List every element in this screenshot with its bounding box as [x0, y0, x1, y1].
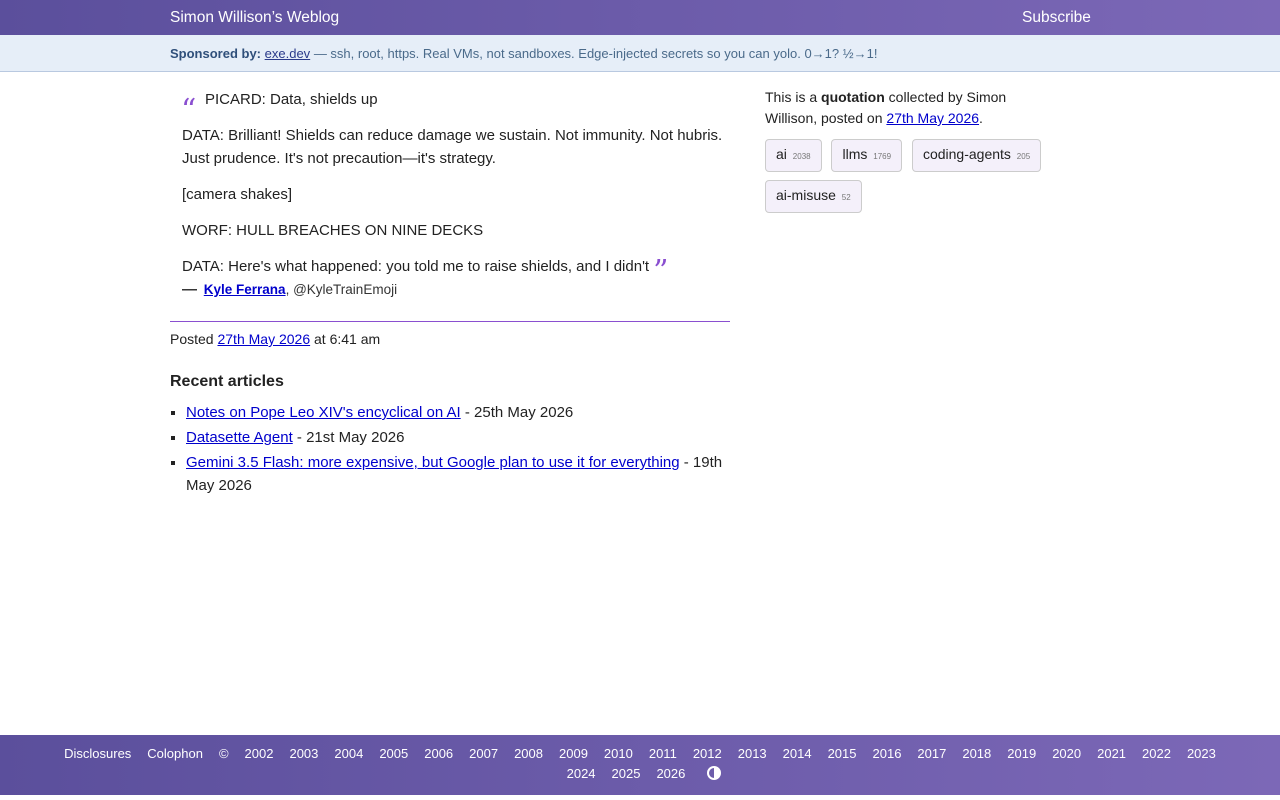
- divider: [170, 321, 730, 322]
- tag-name: coding-agents: [922, 146, 1011, 162]
- footer-year-2017[interactable]: 2017: [917, 746, 946, 761]
- article-link[interactable]: Notes on Pope Leo XIV's encyclical on AI: [186, 404, 461, 421]
- meta-text: This is a: [765, 89, 822, 105]
- tag-ai-misuse[interactable]: ai-misuse 52: [765, 180, 862, 213]
- tag-name: ai: [776, 146, 787, 162]
- footer-links: Disclosures Colophon © 2002 2003 2004 2005 2006…: [56, 746, 1224, 781]
- footer-year-2014[interactable]: 2014: [783, 746, 812, 761]
- open-quote-icon: “: [181, 93, 197, 128]
- quote-line: PICARD: Data, shields up: [205, 91, 378, 108]
- footer-link-colophon[interactable]: Colophon: [147, 746, 203, 761]
- footer-year-2011[interactable]: 2011: [649, 746, 677, 761]
- subscribe-link[interactable]: Subscribe: [1022, 9, 1091, 27]
- footer-year-2024[interactable]: 2024: [567, 766, 596, 781]
- site-title-link[interactable]: Simon Willison’s Weblog: [170, 9, 339, 27]
- footer-link-copyright[interactable]: ©: [219, 746, 229, 761]
- citation-dash: —: [182, 281, 197, 298]
- footer-year-2012[interactable]: 2012: [693, 746, 722, 761]
- author-handle: @KyleTrainEmoji: [293, 282, 398, 297]
- sponsor-bar: Sponsored by: exe.dev — ssh, root, https…: [0, 35, 1280, 72]
- footer-year-2015[interactable]: 2015: [828, 746, 857, 761]
- quote-line: [camera shakes]: [182, 186, 293, 203]
- article-date: - 25th May 2026: [460, 404, 574, 421]
- quote-line: WORF: HULL BREACHES ON NINE DECKS: [182, 222, 484, 239]
- tag-ai[interactable]: ai 2038: [765, 139, 822, 172]
- author-link[interactable]: Kyle Ferrana: [204, 282, 286, 297]
- footer-year-2003[interactable]: 2003: [289, 746, 318, 761]
- list-item: Notes on Pope Leo XIV's encyclical on AI…: [186, 401, 730, 424]
- site-footer: Disclosures Colophon © 2002 2003 2004 2005 2006…: [0, 735, 1280, 795]
- contrast-icon[interactable]: [707, 766, 722, 780]
- footer-year-2009[interactable]: 2009: [559, 746, 588, 761]
- meta-period: .: [979, 110, 983, 126]
- footer-year-2018[interactable]: 2018: [962, 746, 991, 761]
- posted-date-link[interactable]: 27th May 2026: [217, 331, 310, 347]
- article-date: - 21st May 2026: [292, 429, 405, 446]
- footer-year-2026[interactable]: 2026: [656, 766, 685, 781]
- site-header: Simon Willison’s Weblog Subscribe: [0, 0, 1280, 35]
- quotation: “ PICARD: Data, shields up DATA: Brillia…: [170, 88, 730, 287]
- tag-list: ai 2038 llms 1769 coding-agents 205 ai-m…: [765, 139, 1055, 221]
- tag-coding-agents[interactable]: coding-agents 205: [911, 139, 1042, 172]
- footer-year-2021[interactable]: 2021: [1097, 746, 1126, 761]
- article-link[interactable]: Gemini 3.5 Flash: more expensive, but Go…: [186, 454, 680, 471]
- meta-date-link[interactable]: 27th May 2026: [886, 110, 979, 126]
- quote-citation: — Kyle Ferrana, @KyleTrainEmoji: [182, 281, 730, 298]
- footer-year-2004[interactable]: 2004: [334, 746, 363, 761]
- tag-count: 205: [1016, 152, 1031, 161]
- recent-articles-heading: Recent articles: [170, 373, 284, 390]
- close-quote-icon: ”: [653, 254, 669, 289]
- quote-line: DATA: Here's what happened: you told me …: [182, 258, 650, 275]
- footer-year-2006[interactable]: 2006: [424, 746, 453, 761]
- quote-line: DATA: Brilliant! Shields can reduce dama…: [182, 127, 723, 167]
- footer-year-2022[interactable]: 2022: [1142, 746, 1171, 761]
- meta-bold: quotation: [821, 89, 885, 105]
- tag-count: 2038: [792, 152, 811, 161]
- article-link[interactable]: Datasette Agent: [186, 429, 293, 446]
- citation-comma: ,: [285, 282, 290, 297]
- sponsor-label: Sponsored by:: [170, 46, 262, 61]
- tag-name: ai-misuse: [776, 187, 836, 203]
- tag-llms[interactable]: llms 1769: [831, 139, 903, 172]
- footer-year-2002[interactable]: 2002: [245, 746, 274, 761]
- quotation-meta: This is a quotation collected by Simon W…: [765, 87, 1055, 129]
- footer-year-2008[interactable]: 2008: [514, 746, 543, 761]
- footer-year-2005[interactable]: 2005: [379, 746, 408, 761]
- footer-year-2010[interactable]: 2010: [604, 746, 633, 761]
- list-item: Datasette Agent - 21st May 2026: [186, 426, 730, 449]
- tag-count: 1769: [873, 152, 892, 161]
- footer-year-2023[interactable]: 2023: [1187, 746, 1216, 761]
- footer-year-2019[interactable]: 2019: [1007, 746, 1036, 761]
- list-item: Gemini 3.5 Flash: more expensive, but Go…: [186, 451, 730, 497]
- posted-line: Posted 27th May 2026 at 6:41 am: [170, 331, 730, 347]
- footer-year-2020[interactable]: 2020: [1052, 746, 1081, 761]
- posted-prefix: Posted: [170, 331, 214, 347]
- footer-year-2016[interactable]: 2016: [873, 746, 902, 761]
- sponsor-text: — ssh, root, https. Real VMs, not sandbo…: [313, 46, 878, 61]
- footer-year-2025[interactable]: 2025: [612, 766, 641, 781]
- tag-count: 52: [841, 193, 851, 202]
- main-content: “ PICARD: Data, shields up DATA: Brillia…: [170, 88, 730, 499]
- footer-year-2013[interactable]: 2013: [738, 746, 767, 761]
- footer-link-disclosures[interactable]: Disclosures: [64, 746, 131, 761]
- recent-articles-list: Notes on Pope Leo XIV's encyclical on AI…: [170, 401, 730, 497]
- footer-year-2007[interactable]: 2007: [469, 746, 498, 761]
- sponsor-link[interactable]: exe.dev: [265, 46, 311, 61]
- sidebar: This is a quotation collected by Simon W…: [765, 87, 1055, 221]
- tag-name: llms: [842, 146, 868, 162]
- posted-time: at 6:41 am: [314, 331, 381, 347]
